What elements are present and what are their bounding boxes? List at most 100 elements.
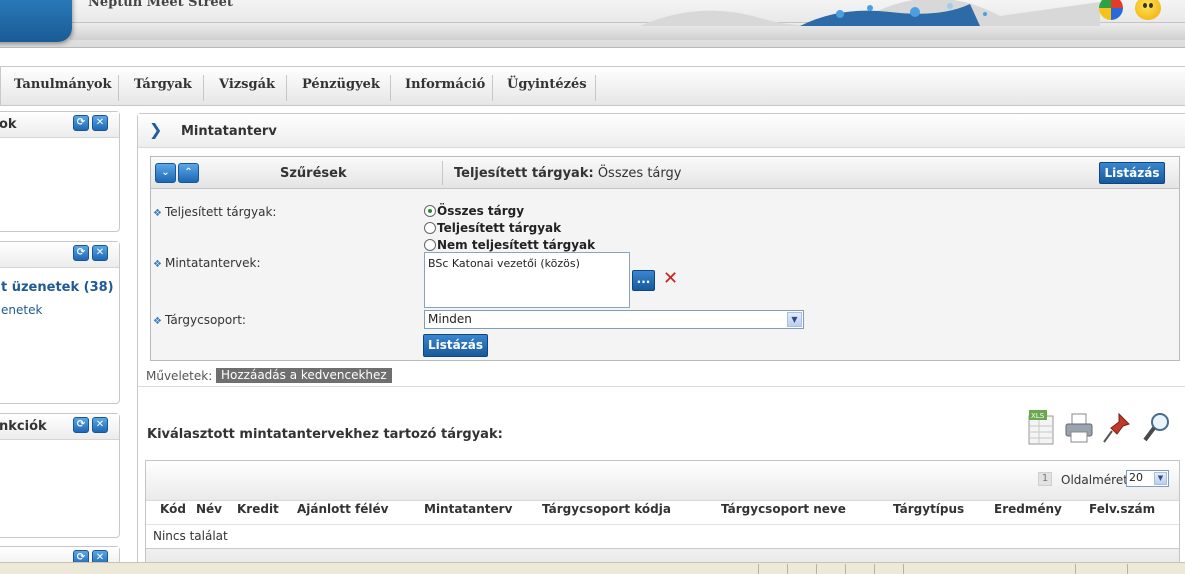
- filter-summary-value: Összes tárgy: [597, 166, 682, 181]
- group-select-value: Minden: [428, 312, 472, 326]
- column-header-targycsoport-neve[interactable]: Tárgycsoport neve: [721, 502, 846, 516]
- refresh-icon[interactable]: ⟳: [73, 417, 89, 433]
- browse-button[interactable]: ...: [632, 270, 655, 291]
- menu-item-vizsgak[interactable]: Vizsgák: [219, 77, 275, 92]
- status-separator: [816, 564, 817, 574]
- completed-label: Teljesített tárgyak:: [164, 205, 277, 219]
- column-header-felv-szam[interactable]: Felv.szám: [1089, 502, 1155, 516]
- status-separator: [903, 564, 904, 574]
- column-header-targytipus[interactable]: Tárgytípus: [893, 502, 964, 516]
- main-panel-header: ❯ Mintatanterv: [138, 114, 1185, 148]
- pin-icon[interactable]: [1101, 410, 1133, 446]
- radio-button-checked[interactable]: [424, 205, 436, 217]
- site-title: Neptun Meet Street: [88, 0, 233, 10]
- menu-separator: [118, 75, 119, 101]
- status-separator: [874, 564, 875, 574]
- radio-completed[interactable]: Teljesített tárgyak: [424, 221, 561, 235]
- radio-not-completed[interactable]: Nem teljesített tárgyak: [424, 238, 595, 252]
- list-button-bottom[interactable]: Listázás: [423, 334, 488, 357]
- page-size-value: 20: [1129, 471, 1143, 484]
- diamond-icon: ❖: [153, 259, 162, 270]
- messages-sublink[interactable]: enetek: [1, 303, 42, 317]
- page-number[interactable]: 1: [1038, 472, 1052, 486]
- left-panel-3-header: nkciók ⟳ ✕: [0, 414, 119, 440]
- radio-button[interactable]: [424, 222, 436, 234]
- refresh-icon[interactable]: ⟳: [73, 115, 89, 131]
- divider: [138, 386, 1185, 387]
- left-panel-2-header: ⟳ ✕: [0, 242, 119, 268]
- collapse-up-icon[interactable]: ⌃: [178, 163, 199, 183]
- column-header-targycsoport-kodja[interactable]: Tárgycsoport kódja: [542, 502, 671, 516]
- status-separator: [1127, 564, 1128, 574]
- diamond-icon: ❖: [153, 316, 162, 327]
- curricula-item[interactable]: BSc Katonai vezetői (közös): [428, 257, 580, 270]
- column-header-nev[interactable]: Név: [196, 502, 222, 516]
- filter-summary: Teljesített tárgyak: Összes tárgy: [454, 166, 681, 181]
- column-header-kredit[interactable]: Kredit: [237, 502, 279, 516]
- filter-summary-key: Teljesített tárgyak:: [454, 166, 594, 181]
- status-separator: [787, 564, 788, 574]
- list-button-top[interactable]: Listázás: [1099, 162, 1165, 184]
- menu-separator: [595, 75, 596, 101]
- close-icon[interactable]: ✕: [92, 115, 108, 131]
- left-panel-3-title: nkciók: [0, 419, 47, 434]
- status-separator: [845, 564, 846, 574]
- group-select[interactable]: Minden ▼: [424, 310, 804, 329]
- menu-item-ugyintezes[interactable]: Ügyintézés: [507, 77, 587, 92]
- svg-text:XLS: XLS: [1031, 412, 1045, 420]
- column-header-kod[interactable]: Kód: [160, 502, 186, 516]
- print-icon[interactable]: [1063, 410, 1095, 446]
- page-size-select[interactable]: 20 ▼: [1126, 470, 1169, 487]
- smiley-icon[interactable]: [1135, 0, 1161, 20]
- remove-icon[interactable]: ✕: [663, 268, 678, 289]
- page-title: Mintatanterv: [181, 124, 277, 139]
- column-header-eredmeny[interactable]: Eredmény: [994, 502, 1062, 516]
- menu-item-targyak[interactable]: Tárgyak: [134, 77, 192, 92]
- logo-tab[interactable]: rendszer: [0, 0, 72, 42]
- status-separator: [758, 564, 759, 574]
- radio-button[interactable]: [424, 239, 436, 251]
- header-decoration: [640, 0, 1100, 26]
- menu-item-informacio[interactable]: Információ: [405, 77, 485, 92]
- expand-down-icon[interactable]: ⌄: [155, 163, 176, 183]
- menu-separator: [492, 75, 493, 101]
- menu-item-penzugyek[interactable]: Pénzügyek: [302, 77, 380, 92]
- radio-all-label: Összes tárgy: [437, 204, 525, 218]
- flag-icon[interactable]: [1099, 0, 1123, 20]
- messages-link[interactable]: t üzenetek (38): [1, 280, 114, 295]
- column-header-ajanlott-felev[interactable]: Ajánlott félév: [297, 502, 388, 516]
- menu-separator: [203, 75, 204, 101]
- curricula-label: Mintatantervek:: [164, 256, 261, 270]
- add-to-favorites-button[interactable]: Hozzáadás a kedvencekhez: [216, 368, 392, 383]
- main-menu: Tanulmányok Tárgyak Vizsgák Pénzügyek In…: [0, 66, 1185, 106]
- chevron-down-icon[interactable]: ▼: [787, 312, 802, 327]
- results-title: Kiválasztott mintatantervekhez tartozó t…: [147, 427, 503, 442]
- close-icon[interactable]: ✕: [92, 245, 108, 261]
- filter-box: ⌄ ⌃ Szűrések Teljesített tárgyak: Összes…: [150, 156, 1180, 361]
- curricula-listbox[interactable]: BSc Katonai vezetői (közös): [424, 252, 630, 308]
- excel-export-icon[interactable]: XLS: [1025, 410, 1057, 446]
- refresh-icon[interactable]: ⟳: [73, 245, 89, 261]
- results-toolbar: 1 Oldalméret 20 ▼: [146, 461, 1179, 501]
- page-size-label: Oldalméret: [1061, 473, 1128, 487]
- filter-label: Szűrések: [280, 166, 347, 181]
- completed-label-row: ❖ Teljesített tárgyak:: [153, 205, 276, 219]
- magnifier-icon[interactable]: [1141, 410, 1173, 446]
- column-header-mintatanterv[interactable]: Mintatanterv: [424, 502, 512, 516]
- group-label: Tárgycsoport:: [164, 313, 246, 327]
- filter-separator: [442, 161, 443, 185]
- close-icon[interactable]: ✕: [92, 417, 108, 433]
- menu-item-tanulmanyok[interactable]: Tanulmányok: [14, 77, 112, 92]
- radio-completed-label: Teljesített tárgyak: [437, 221, 562, 235]
- chevron-down-icon[interactable]: ▼: [1154, 472, 1167, 485]
- main-panel: ❯ Mintatanterv ⌄ ⌃ Szűrések Teljesített …: [137, 113, 1185, 574]
- menu-separator: [286, 75, 287, 101]
- radio-all[interactable]: Összes tárgy: [424, 204, 524, 218]
- status-separator: [1075, 564, 1076, 574]
- group-label-row: ❖ Tárgycsoport:: [153, 313, 246, 327]
- no-results-text: Nincs találat: [153, 529, 228, 543]
- chevron-right-icon: ❯: [149, 120, 163, 139]
- menu-separator: [390, 75, 391, 101]
- left-panel-1: ok ⟳ ✕: [0, 111, 120, 232]
- header: rendszer Neptun Meet Street: [0, 0, 1185, 48]
